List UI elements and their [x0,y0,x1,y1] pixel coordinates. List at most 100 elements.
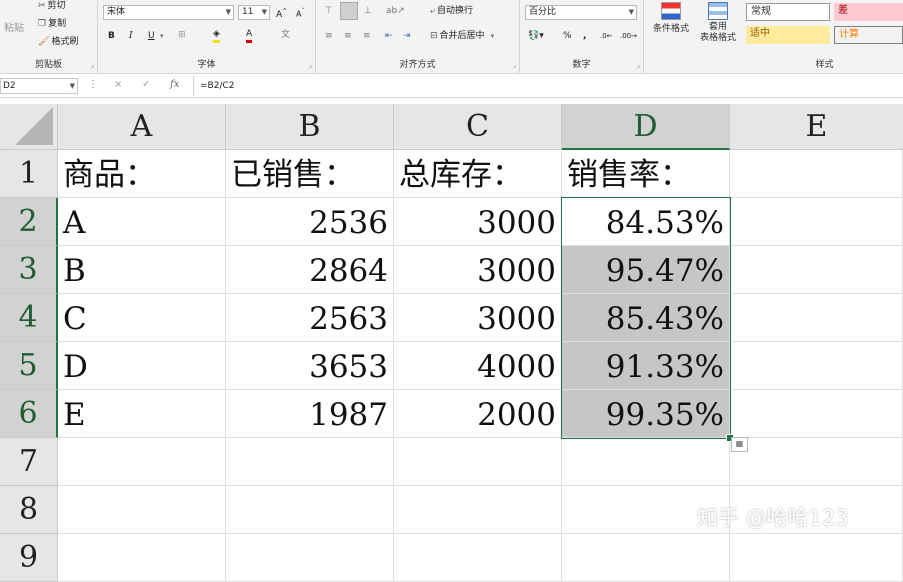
row-header-6[interactable]: 6 [0,390,58,438]
cell-c9[interactable] [394,534,562,582]
grow-font-icon[interactable]: A^ [276,6,287,21]
style-calculation[interactable]: 计算 [834,26,903,44]
cell-c2[interactable]: 3000 [394,198,562,246]
align-middle-icon[interactable] [340,2,358,20]
increase-indent-icon[interactable]: ⇥ [403,30,411,42]
select-all-corner[interactable] [0,104,58,150]
cell-d2[interactable]: 84.53% [562,198,730,246]
cell-a8[interactable] [58,486,226,534]
number-format-select[interactable]: 百分比 ▼ [525,5,637,20]
bold-button[interactable]: B [108,30,115,42]
cell-b2[interactable]: 2536 [226,198,394,246]
cell-d1[interactable]: 销售率： [562,150,730,198]
currency-icon[interactable]: 💱▾ [528,30,544,42]
align-bottom-icon[interactable]: ⊥ [364,5,372,17]
style-bad[interactable]: 差 [834,3,903,21]
cell-b9[interactable] [226,534,394,582]
row-header-9[interactable]: 9 [0,534,58,582]
insert-function-icon[interactable]: fx [170,79,179,90]
increase-decimal-icon[interactable]: .0← [600,30,613,42]
paste-button[interactable]: 粘贴 [4,22,24,36]
cell-e5[interactable] [730,342,903,390]
cell-b8[interactable] [226,486,394,534]
conditional-format-button[interactable]: 条件格式 [650,2,692,36]
row-header-3[interactable]: 3 [0,246,58,294]
cell-a9[interactable] [58,534,226,582]
cell-e2[interactable] [730,198,903,246]
border-icon[interactable]: ⊞ [178,29,186,41]
column-header-c[interactable]: C [394,104,562,150]
cell-c5[interactable]: 4000 [394,342,562,390]
dialog-launcher-icon[interactable]: ⌟ [91,61,94,69]
column-header-e[interactable]: E [730,104,903,150]
cell-c7[interactable] [394,438,562,486]
cell-b5[interactable]: 3653 [226,342,394,390]
cell-c8[interactable] [394,486,562,534]
orientation-icon[interactable]: ab↗ [386,5,405,17]
decrease-decimal-icon[interactable]: .00→ [620,30,637,42]
font-name-select[interactable]: 宋体 ▼ [103,5,234,20]
comma-button[interactable]: , [583,30,586,42]
cell-d6[interactable]: 99.35% [562,390,730,438]
decrease-indent-icon[interactable]: ⇤ [385,30,393,42]
font-size-select[interactable]: 11 ▼ [238,5,270,20]
merge-center-button[interactable]: ⊟ 合并后居中 ▾ [430,30,494,42]
cell-e7[interactable] [730,438,903,486]
cell-a2[interactable]: A [58,198,226,246]
quick-analysis-icon[interactable]: ▦ [731,437,748,452]
style-neutral[interactable]: 适中 [746,26,830,44]
cell-c6[interactable]: 2000 [394,390,562,438]
cell-b1[interactable]: 已销售： [226,150,394,198]
underline-button[interactable]: U [148,30,155,42]
align-center-icon[interactable]: ≡ [344,30,352,42]
cut-button[interactable]: ✂ 剪切 [38,0,66,12]
row-header-2[interactable]: 2 [0,198,58,246]
copy-button[interactable]: ❐ 复制 [38,18,66,30]
cell-d5[interactable]: 91.33% [562,342,730,390]
cell-e4[interactable] [730,294,903,342]
font-color-icon[interactable]: A [246,29,253,43]
cell-e1[interactable] [730,150,903,198]
cell-d4[interactable]: 85.43% [562,294,730,342]
format-as-table-button[interactable]: 套用 表格格式 [694,2,742,44]
row-header-5[interactable]: 5 [0,342,58,390]
formula-input[interactable]: =B2/C2 [193,76,903,96]
dialog-launcher-icon[interactable]: ⌟ [309,61,312,69]
align-right-icon[interactable]: ≡ [363,30,371,42]
column-header-a[interactable]: A [58,104,226,150]
cell-a4[interactable]: C [58,294,226,342]
dialog-launcher-icon[interactable]: ⌟ [637,61,640,69]
format-painter-button[interactable]: 🖌 格式刷 [38,36,78,48]
name-box[interactable]: D2 ▼ [0,78,78,94]
row-header-7[interactable]: 7 [0,438,58,486]
cell-c1[interactable]: 总库存： [394,150,562,198]
cancel-icon[interactable]: × [114,79,122,90]
cell-c4[interactable]: 3000 [394,294,562,342]
cell-d3[interactable]: 95.47% [562,246,730,294]
percent-button[interactable]: % [563,30,572,42]
fill-color-icon[interactable]: ◈ [213,29,220,43]
cell-d9[interactable] [562,534,730,582]
align-left-icon[interactable]: ≡ [325,30,333,42]
enter-icon[interactable]: ✓ [142,79,150,90]
cell-a6[interactable]: E [58,390,226,438]
cell-b4[interactable]: 2563 [226,294,394,342]
row-header-1[interactable]: 1 [0,150,58,198]
wrap-text-button[interactable]: ⤶ 自动换行 [430,5,473,17]
row-header-8[interactable]: 8 [0,486,58,534]
align-top-icon[interactable]: ⊤ [325,5,333,17]
underline-dropdown-icon[interactable]: ▾ [160,30,164,42]
cell-b7[interactable] [226,438,394,486]
cell-d7[interactable] [562,438,730,486]
cell-b3[interactable]: 2864 [226,246,394,294]
cell-e9[interactable] [730,534,903,582]
style-normal[interactable]: 常规 [746,3,830,21]
dialog-launcher-icon[interactable]: ⌟ [513,61,516,69]
phonetic-icon[interactable]: 文 [281,29,290,41]
cell-a3[interactable]: B [58,246,226,294]
cell-b6[interactable]: 1987 [226,390,394,438]
cell-a7[interactable] [58,438,226,486]
cell-c3[interactable]: 3000 [394,246,562,294]
column-header-d[interactable]: D [562,104,730,150]
italic-button[interactable]: I [129,30,133,42]
